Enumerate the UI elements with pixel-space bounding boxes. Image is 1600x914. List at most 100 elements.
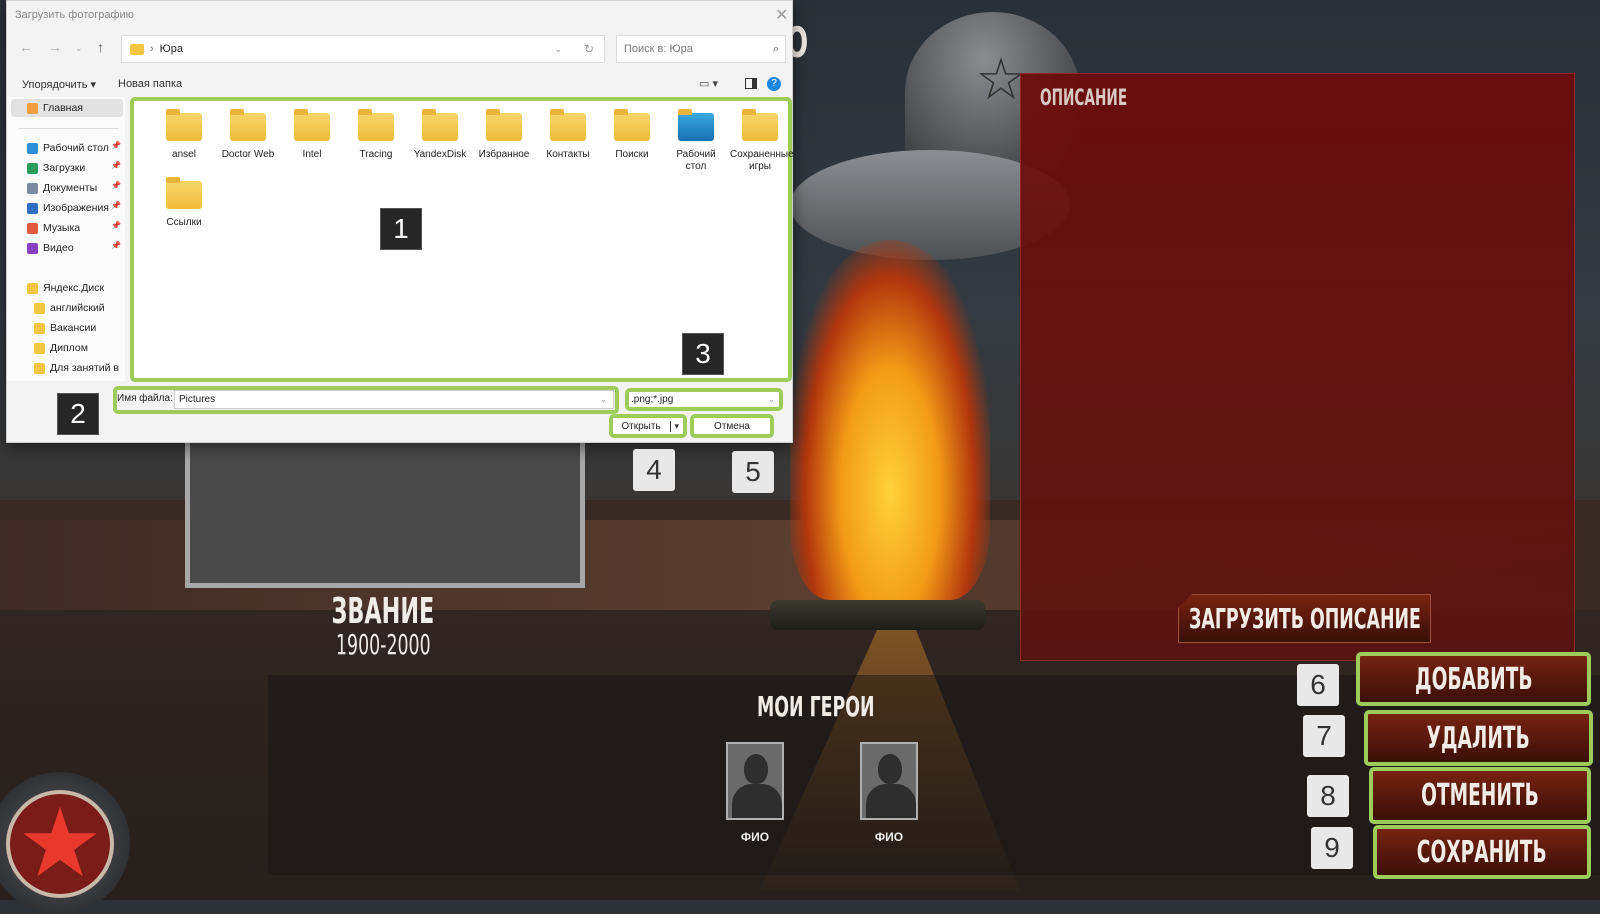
view-options-icon[interactable]: ▭ ▾ xyxy=(699,77,718,90)
sidebar-item-label: Музыка xyxy=(43,222,81,234)
divider xyxy=(19,128,119,129)
folder-label: Tracing xyxy=(359,149,393,160)
pin-icon[interactable]: 📌 xyxy=(111,181,121,190)
pin-icon[interactable]: 📌 xyxy=(111,161,121,170)
desktop-icon xyxy=(27,142,38,154)
hero-card[interactable] xyxy=(860,742,918,820)
sidebar-item[interactable]: Для занятий в xyxy=(34,359,119,377)
recent-chevron-icon[interactable]: ⌄ xyxy=(75,43,83,54)
sidebar-item[interactable]: Вакансии xyxy=(34,319,96,337)
folder-item[interactable]: Doctor Web xyxy=(218,109,278,161)
sidebar-item[interactable]: Диплом xyxy=(34,339,88,357)
folder-item[interactable]: Ссылки xyxy=(154,177,214,229)
avatar-body xyxy=(866,784,916,818)
sidebar-item[interactable]: Яндекс.Диск xyxy=(27,279,104,297)
folder-label: Doctor Web xyxy=(221,149,275,160)
pin-icon[interactable]: 📌 xyxy=(111,221,121,230)
folder-item[interactable]: Избранное xyxy=(474,109,534,161)
sidebar-item[interactable]: Видео xyxy=(27,239,74,257)
help-icon[interactable]: ? xyxy=(767,77,781,91)
folder-item[interactable]: Поиски xyxy=(602,109,662,161)
sidebar-item-label: Для занятий в xyxy=(50,362,120,374)
folder-label: Ссылки xyxy=(166,217,202,228)
cancel-label: Отмена xyxy=(714,420,750,432)
annotation-badge-6: 6 xyxy=(1297,664,1339,706)
folder-item[interactable]: Контакты xyxy=(538,109,598,161)
sidebar-item[interactable]: Загрузки xyxy=(27,159,85,177)
sidebar-item[interactable]: английский xyxy=(34,299,105,317)
open-label: Открыть xyxy=(621,420,661,432)
address-bar[interactable]: › Юра ⌄ ↻ xyxy=(121,35,605,63)
folder-label: Контакты xyxy=(546,149,590,160)
cancel-button[interactable]: ОТМЕНИТЬ xyxy=(1369,767,1591,824)
synced-folder-icon xyxy=(34,362,45,374)
download-icon xyxy=(27,162,38,174)
forward-arrow-icon[interactable]: → xyxy=(48,39,62,55)
red-star-icon[interactable]: ★ xyxy=(6,790,114,898)
save-button[interactable]: СОХРАНИТЬ xyxy=(1373,825,1591,879)
folder-label: Сохраненные игры xyxy=(730,149,794,172)
pin-icon[interactable]: 📌 xyxy=(111,141,121,150)
load-description-button[interactable]: ЗАГРУЗИТЬ ОПИСАНИЕ xyxy=(1178,594,1431,643)
open-dropdown-icon[interactable]: ▾ xyxy=(670,420,679,432)
hero-card[interactable] xyxy=(726,742,784,820)
close-icon[interactable]: ✕ xyxy=(775,5,788,25)
organize-menu[interactable]: Упорядочить ▾ xyxy=(22,78,96,91)
image-icon xyxy=(27,202,38,214)
sidebar-item[interactable]: Изображения xyxy=(27,199,109,217)
description-panel[interactable] xyxy=(1020,73,1575,661)
pin-icon[interactable]: 📌 xyxy=(111,201,121,210)
folder-icon xyxy=(422,109,458,141)
back-arrow-icon[interactable]: ← xyxy=(19,39,33,55)
filename-label: Имя файла: xyxy=(117,393,173,404)
photo-frame[interactable] xyxy=(185,440,585,588)
folder-item[interactable]: YandexDisk xyxy=(410,109,470,161)
new-folder-button[interactable]: Новая папка xyxy=(118,78,182,90)
folder-item[interactable]: ansel xyxy=(154,109,214,161)
search-input[interactable]: Поиск в: Юра ⌕ xyxy=(616,35,786,63)
folder-icon xyxy=(358,109,394,141)
folder-item[interactable]: Рабочий стол xyxy=(666,109,726,173)
chevron-down-icon[interactable]: ⌄ xyxy=(767,394,775,405)
folder-icon xyxy=(230,109,266,141)
preview-pane-icon[interactable] xyxy=(745,78,757,89)
breadcrumb-current[interactable]: Юра xyxy=(160,43,183,55)
video-icon xyxy=(27,242,38,254)
delete-button[interactable]: УДАЛИТЬ xyxy=(1364,710,1593,766)
sidebar-item-label: Видео xyxy=(43,242,74,254)
folder-item[interactable]: Сохраненные игры xyxy=(730,109,794,173)
folder-item[interactable]: Intel xyxy=(282,109,342,161)
sidebar-item[interactable]: Документы xyxy=(27,179,97,197)
sidebar-item[interactable]: Музыка xyxy=(27,219,80,237)
eternal-flame-illustration xyxy=(790,240,990,600)
filename-input[interactable]: Pictures ⌄ xyxy=(174,390,614,409)
chevron-down-icon[interactable]: ⌄ xyxy=(554,44,562,55)
add-button[interactable]: ДОБАВИТЬ xyxy=(1356,652,1591,706)
annotation-badge-3: 3 xyxy=(682,333,724,375)
chevron-down-icon[interactable]: ⌄ xyxy=(599,394,607,405)
search-icon: ⌕ xyxy=(772,42,779,55)
pin-icon[interactable]: 📌 xyxy=(111,241,121,250)
synced-folder-icon xyxy=(34,342,45,354)
refresh-icon[interactable]: ↻ xyxy=(584,42,594,56)
hero-rank: ЗВАНИЕ xyxy=(331,591,435,632)
sidebar-item-label: Диплом xyxy=(50,342,88,354)
folder-item[interactable]: Tracing xyxy=(346,109,406,161)
description-label: ОПИСАНИЕ xyxy=(1040,86,1128,111)
folder-label: YandexDisk xyxy=(413,149,467,160)
sidebar-item-label: Вакансии xyxy=(50,322,97,334)
sidebar-item-label: Главная xyxy=(43,102,83,114)
sidebar-item[interactable]: Главная xyxy=(27,99,83,117)
synced-folder-icon xyxy=(34,302,45,314)
file-type-select[interactable]: .png;*.jpg ⌄ xyxy=(625,388,783,411)
breadcrumb-separator-icon: › xyxy=(150,43,154,55)
folder-icon xyxy=(678,109,714,141)
dialog-cancel-button[interactable]: Отмена xyxy=(690,414,774,438)
folder-label: Поиски xyxy=(615,149,649,160)
avatar-body xyxy=(732,784,782,818)
up-arrow-icon[interactable]: ↑ xyxy=(97,39,104,55)
annotation-badge-5: 5 xyxy=(732,451,774,493)
sidebar-item[interactable]: Рабочий стол xyxy=(27,139,109,157)
open-button[interactable]: Открыть ▾ xyxy=(609,414,687,438)
synced-folder-icon xyxy=(34,322,45,334)
